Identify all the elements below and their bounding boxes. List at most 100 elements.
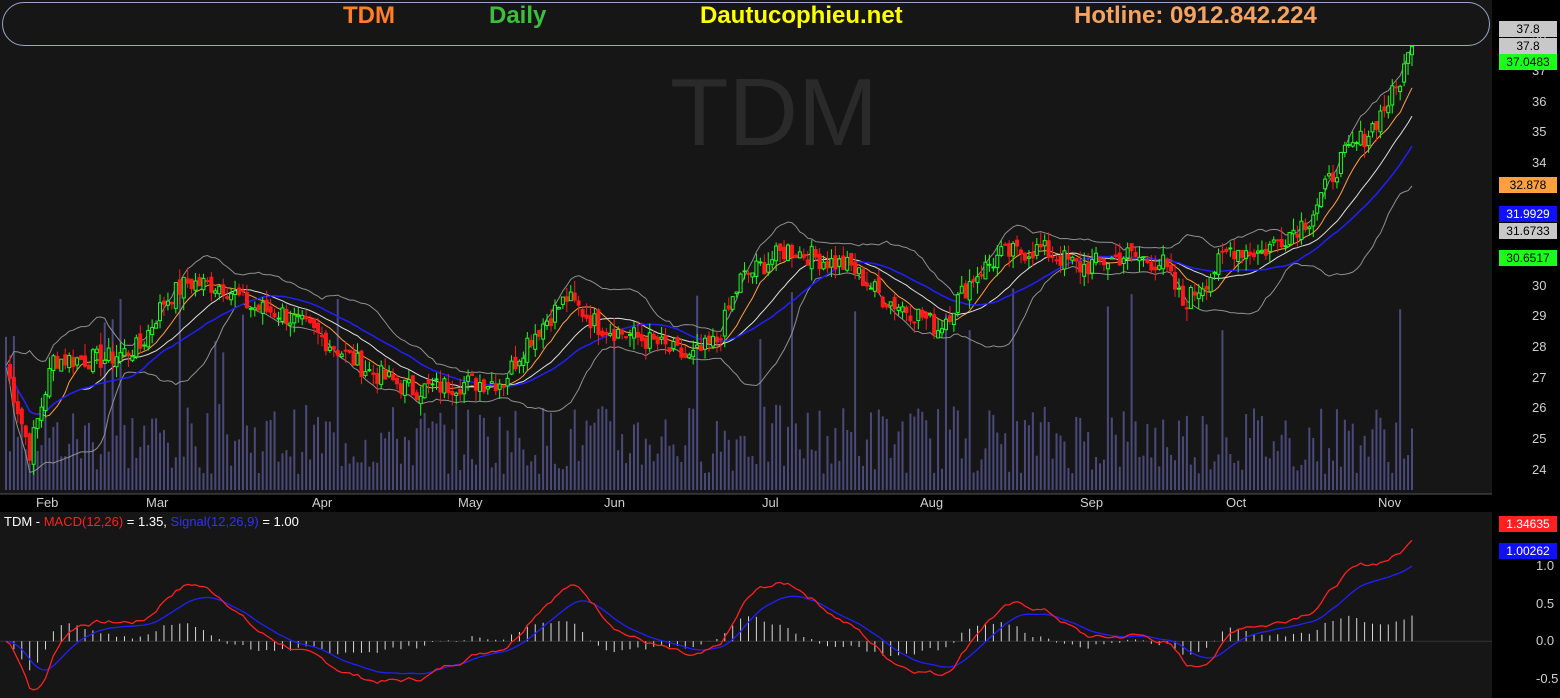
candle-down	[1022, 252, 1027, 261]
volume-bar	[431, 421, 434, 490]
candle-up	[940, 328, 945, 334]
volume-bar	[518, 437, 521, 490]
volume-bar	[222, 352, 225, 490]
candle-up	[1327, 173, 1332, 177]
volume-bar	[423, 412, 426, 490]
candle-down	[1279, 238, 1284, 248]
macd-legend-signal-label: Signal(12,26,9)	[170, 514, 259, 529]
volume-bar	[107, 451, 110, 490]
candle-down	[98, 344, 103, 368]
candle-down	[1019, 249, 1024, 255]
candle-up	[734, 291, 739, 295]
candle-down	[1054, 259, 1059, 262]
volume-bar	[913, 416, 916, 490]
volume-bar	[230, 465, 233, 490]
volume-bar	[672, 444, 675, 490]
volume-bar	[8, 451, 11, 490]
volume-bar	[1371, 429, 1374, 490]
candle-up	[434, 378, 439, 381]
symbol-watermark: TDM	[670, 59, 878, 166]
macd-y-tick: -0.5	[1536, 670, 1559, 686]
volume-bar	[44, 416, 47, 490]
volume-bar	[1122, 411, 1125, 490]
candle-down	[161, 300, 166, 305]
volume-bar	[474, 464, 477, 490]
candle-down	[762, 262, 767, 275]
x-month-label: Jun	[604, 495, 625, 510]
candle-down	[458, 388, 463, 395]
volume-bar	[1079, 417, 1082, 490]
candle-up	[774, 245, 779, 262]
candle-up	[955, 294, 960, 313]
volume-bar	[968, 330, 971, 490]
candle-down	[1180, 285, 1185, 306]
candle-down	[1169, 264, 1174, 272]
volume-bar	[688, 407, 691, 490]
volume-bar	[573, 409, 576, 490]
candle-down	[1382, 106, 1387, 112]
candle-up	[592, 313, 597, 327]
volume-bar	[1063, 441, 1066, 490]
candle-down	[679, 347, 684, 358]
candle-down	[268, 306, 273, 313]
candle-down	[513, 356, 518, 370]
volume-bar	[798, 449, 801, 490]
candle-up	[987, 263, 992, 266]
volume-bar	[814, 450, 817, 490]
volume-bar	[1359, 445, 1362, 490]
candle-up	[181, 276, 186, 299]
candle-down	[667, 347, 672, 352]
volume-bar	[739, 435, 742, 490]
price-y-tick: 24	[1532, 461, 1547, 477]
candle-down	[351, 350, 356, 366]
candle-down	[600, 330, 605, 337]
candle-up	[785, 244, 790, 261]
volume-bar	[779, 405, 782, 490]
volume-bar	[289, 456, 292, 490]
volume-bar	[285, 450, 288, 490]
volume-bar	[593, 422, 596, 490]
candle-down	[438, 381, 443, 393]
candle-down	[169, 301, 174, 305]
volume-bar	[159, 432, 162, 490]
volume-bar	[802, 458, 805, 490]
volume-bar	[447, 473, 450, 490]
volume-bar	[471, 459, 474, 490]
candle-down	[813, 248, 818, 258]
volume-bar	[40, 445, 43, 490]
volume-bar	[443, 424, 446, 490]
volume-bar	[119, 298, 122, 490]
volume-bar	[727, 439, 730, 490]
candle-up	[418, 395, 423, 405]
candle-up	[154, 323, 159, 329]
volume-bar	[419, 418, 422, 490]
volume-bar	[1403, 458, 1406, 490]
volume-bar	[265, 420, 268, 490]
volume-bar	[281, 453, 284, 490]
candle-up	[260, 301, 265, 314]
volume-bar	[99, 454, 102, 490]
candle-up	[90, 349, 95, 373]
volume-bar	[1339, 466, 1342, 490]
candle-down	[304, 316, 309, 320]
candle-down	[1038, 243, 1043, 248]
price-tag: 37.8	[1499, 21, 1557, 37]
volume-bar	[921, 411, 924, 490]
candle-down	[23, 425, 28, 438]
candle-down	[7, 363, 12, 379]
volume-bar	[889, 457, 892, 490]
candle-down	[1129, 243, 1134, 252]
volume-bar	[640, 464, 643, 490]
macd-legend-macd-label: MACD(12,26)	[43, 514, 124, 529]
volume-bar	[581, 445, 584, 490]
candle-down	[323, 332, 328, 352]
candle-up	[505, 377, 510, 387]
volume-bar	[273, 411, 276, 490]
candle-down	[817, 253, 822, 270]
candle-down	[655, 336, 660, 345]
volume-bar	[60, 456, 63, 490]
volume-bar	[854, 311, 857, 490]
candle-down	[126, 352, 131, 357]
candle-up	[59, 358, 64, 372]
candle-up	[102, 359, 107, 365]
